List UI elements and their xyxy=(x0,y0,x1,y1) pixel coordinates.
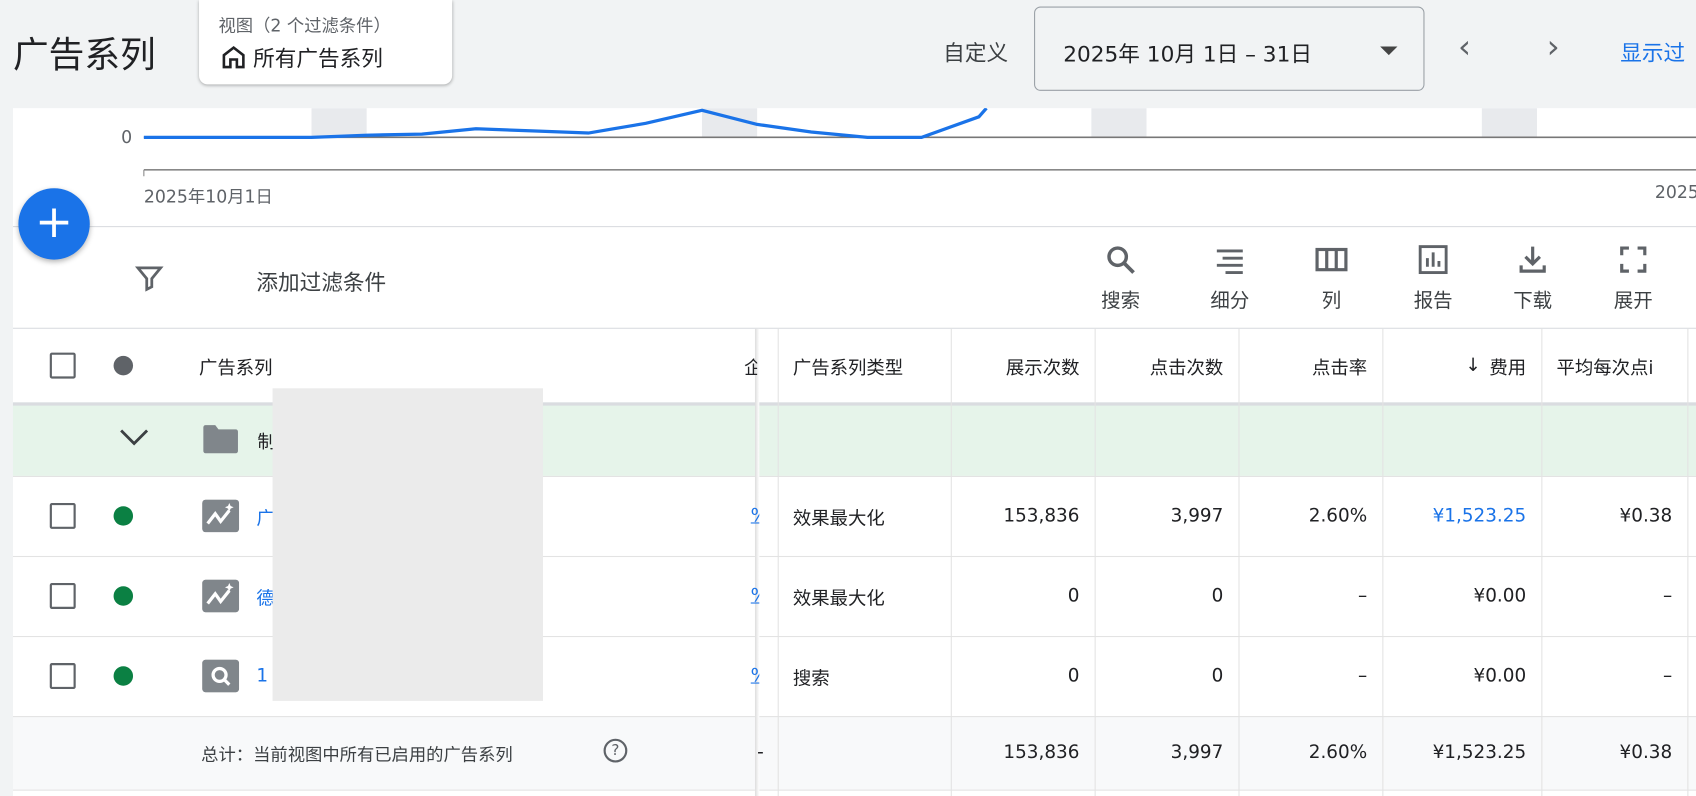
sort-down-icon: ↓ xyxy=(1465,354,1481,377)
clicks: 0 xyxy=(1211,585,1224,607)
x-tick-label: 2025年10月1日 xyxy=(143,186,273,207)
x-tick-label: 2025 xyxy=(1654,181,1696,203)
total-label: 总计：当前视图中所有已启用的广告系列 xyxy=(201,744,513,765)
segment-button[interactable]: 细分 xyxy=(1192,242,1268,313)
chevron-left-icon[interactable]: ‹ xyxy=(1458,28,1471,66)
avg-cpc: – xyxy=(1663,585,1673,607)
row-checkbox[interactable] xyxy=(49,502,76,529)
help-icon[interactable]: ? xyxy=(603,738,628,763)
add-campaign-button[interactable]: + xyxy=(18,188,90,260)
row-checkbox[interactable] xyxy=(49,582,76,609)
view-selector[interactable]: 视图（2 个过滤条件） 所有广告系列 xyxy=(199,0,453,85)
cost: ¥0.00 xyxy=(1473,585,1527,607)
reports-label: 报告 xyxy=(1413,289,1453,313)
total-avg-cpc: ¥0.38 xyxy=(1619,741,1673,764)
columns-button[interactable]: 列 xyxy=(1294,242,1370,313)
columns-label: 列 xyxy=(1321,289,1342,313)
avg-cpc: ¥0.38 xyxy=(1619,505,1673,527)
row-checkbox[interactable] xyxy=(49,663,76,689)
reports-icon xyxy=(1418,245,1448,275)
ctr: – xyxy=(1357,585,1368,607)
search-icon xyxy=(1107,246,1135,274)
campaign-name-link[interactable]: 1 xyxy=(256,636,268,716)
weekend-band xyxy=(311,108,367,138)
total-clipped: - xyxy=(757,741,764,764)
date-range-dropdown[interactable]: 2025年 10月 1日 – 31日 xyxy=(1034,6,1425,91)
impressions: 0 xyxy=(1067,585,1080,607)
expand-button[interactable]: 展开 xyxy=(1595,242,1671,313)
total-ctr: 2.60% xyxy=(1308,741,1368,764)
campaign-type: 搜索 xyxy=(792,667,830,690)
download-button[interactable]: 下载 xyxy=(1495,242,1571,313)
col-header-avg-cpc[interactable]: 平均每次点i xyxy=(1556,329,1687,403)
campaign-type: 效果最大化 xyxy=(792,507,885,530)
col-header-ctr[interactable]: 点击率 xyxy=(1240,329,1367,403)
total-impressions: 153,836 xyxy=(1003,741,1080,764)
cost[interactable]: ¥1,523.25 xyxy=(1383,476,1527,556)
date-range-value: 2025年 10月 1日 – 31日 xyxy=(1063,41,1312,68)
ctr: – xyxy=(1357,665,1368,687)
ctr: 2.60% xyxy=(1308,505,1368,527)
total-clicks: 3,997 xyxy=(1170,741,1224,764)
impressions: 0 xyxy=(1067,665,1080,687)
clipped-percent-link[interactable]: % xyxy=(751,476,760,556)
col-header-clipped[interactable]: 企 xyxy=(744,329,757,403)
add-filter-button[interactable]: 添加过滤条件 xyxy=(256,265,386,296)
performance-chart xyxy=(143,108,1696,177)
performance-max-icon xyxy=(202,579,240,613)
col-header-cost[interactable]: ↓ 费用 xyxy=(1383,329,1526,403)
weekend-band xyxy=(1091,108,1147,138)
col-header-clicks[interactable]: 点击次数 xyxy=(1096,329,1224,403)
campaign-type: 效果最大化 xyxy=(792,587,885,610)
segment-icon xyxy=(1216,249,1243,275)
search-button[interactable]: 搜索 xyxy=(1083,242,1159,313)
reports-button[interactable]: 报告 xyxy=(1395,242,1471,313)
search-label: 搜索 xyxy=(1101,289,1141,313)
clipped-percent-link[interactable]: % xyxy=(751,636,760,716)
avg-cpc: – xyxy=(1663,665,1673,687)
fullscreen-icon xyxy=(1620,246,1647,273)
expand-label: 展开 xyxy=(1613,289,1653,313)
cost-header-label: 费用 xyxy=(1489,357,1527,380)
folder-icon xyxy=(203,425,238,454)
col-header-campaign[interactable]: 广告系列 xyxy=(199,329,273,403)
y-tick-label: 0 xyxy=(121,126,133,148)
date-preset-label: 自定义 xyxy=(943,40,1009,66)
status-enabled-icon[interactable] xyxy=(113,506,134,526)
download-label: 下载 xyxy=(1513,289,1553,313)
view-name: 所有广告系列 xyxy=(253,45,383,72)
status-enabled-icon[interactable] xyxy=(113,586,134,606)
view-filter-count: 视图（2 个过滤条件） xyxy=(218,15,391,36)
select-all-checkbox[interactable] xyxy=(49,352,76,379)
chevron-right-icon[interactable]: › xyxy=(1547,28,1560,66)
clicks: 0 xyxy=(1211,665,1224,687)
filter-icon[interactable] xyxy=(134,263,164,293)
segment-label: 细分 xyxy=(1210,289,1250,313)
clicks: 3,997 xyxy=(1170,505,1224,527)
redaction-block xyxy=(272,388,543,701)
show-link[interactable]: 显示过 xyxy=(1620,36,1685,67)
cost: ¥0.00 xyxy=(1473,665,1527,687)
search-campaign-icon xyxy=(202,659,240,693)
performance-max-icon xyxy=(202,499,240,533)
col-header-impressions[interactable]: 展示次数 xyxy=(952,329,1080,403)
download-icon xyxy=(1519,246,1546,273)
status-header-icon[interactable] xyxy=(113,355,134,376)
col-header-type[interactable]: 广告系列类型 xyxy=(793,329,903,403)
series-line xyxy=(143,108,988,139)
clipped-percent-link[interactable]: % xyxy=(751,556,760,636)
chevron-down-icon[interactable] xyxy=(119,427,149,446)
caret-down-icon xyxy=(1380,46,1398,56)
home-icon xyxy=(222,45,245,68)
weekend-band xyxy=(1481,108,1537,138)
page-title: 广告系列 xyxy=(12,33,156,76)
impressions: 153,836 xyxy=(1003,505,1080,527)
columns-icon xyxy=(1315,247,1348,272)
status-enabled-icon[interactable] xyxy=(113,666,134,686)
total-cost: ¥1,523.25 xyxy=(1432,741,1527,764)
